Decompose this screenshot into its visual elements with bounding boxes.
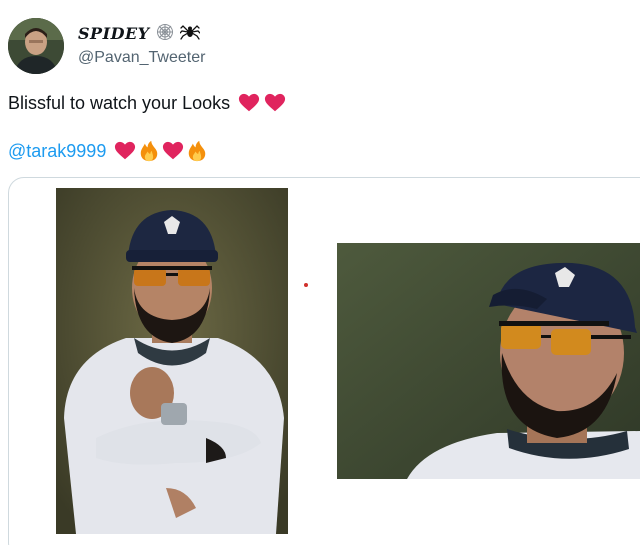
- tweet[interactable]: SPIDEY @Pavan_Tweeter Blissful to watch …: [0, 0, 640, 545]
- avatar[interactable]: [8, 18, 64, 74]
- display-name-row: SPIDEY: [78, 22, 205, 44]
- spider-web-icon: [156, 23, 174, 44]
- tweet-text: Blissful to watch your Looks: [8, 92, 286, 114]
- heart-icon: [162, 140, 184, 162]
- fire-icon: [186, 140, 208, 162]
- photo-left[interactable]: [56, 188, 288, 534]
- mention-link[interactable]: @tarak9999: [8, 141, 106, 162]
- heart-icon: [238, 92, 260, 114]
- heart-icon: [264, 92, 286, 114]
- tweet-text-content: Blissful to watch your Looks: [8, 92, 231, 113]
- heart-icon: [114, 140, 136, 162]
- photo-right[interactable]: [337, 243, 640, 479]
- spider-icon: [178, 23, 201, 44]
- display-name[interactable]: SPIDEY: [78, 24, 150, 43]
- mention-line: @tarak9999: [8, 140, 208, 162]
- fire-icon: [138, 140, 160, 162]
- author-block: SPIDEY @Pavan_Tweeter: [78, 22, 205, 67]
- separator-dot: [304, 283, 308, 287]
- handle[interactable]: @Pavan_Tweeter: [78, 49, 205, 67]
